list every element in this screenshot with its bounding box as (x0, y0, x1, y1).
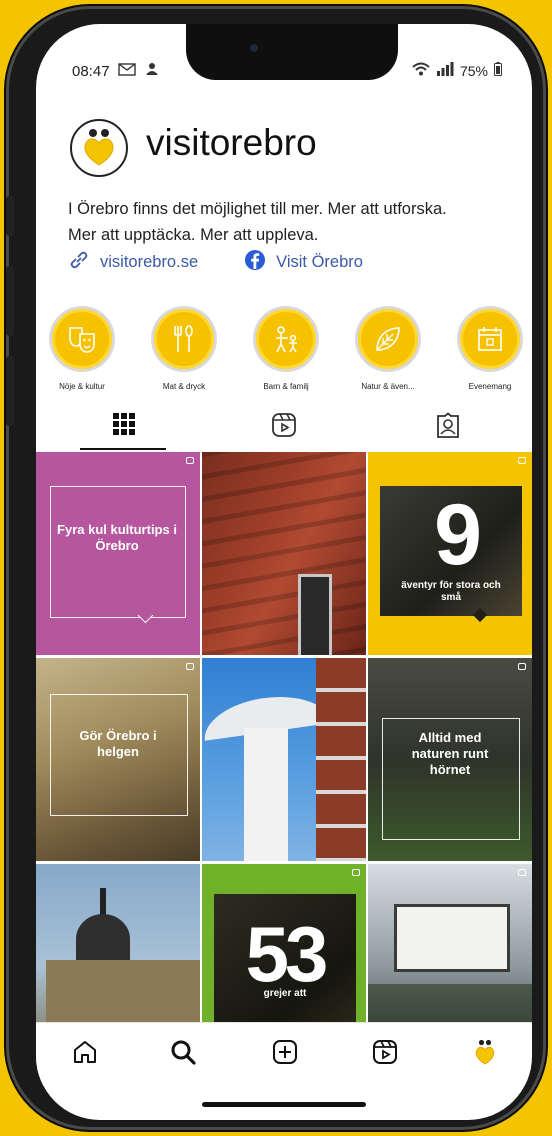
website-link[interactable]: visitorebro.se (68, 249, 198, 276)
post-text: Alltid med naturen runt hörnet (411, 730, 489, 777)
profile-avatar[interactable] (70, 119, 128, 177)
highlight-ring (253, 306, 319, 372)
tab-reels[interactable] (264, 412, 304, 446)
highlight-ring (355, 306, 421, 372)
person-icon (144, 62, 160, 80)
grid-icon (113, 413, 135, 435)
post-big-number: 9 (434, 487, 482, 583)
profile-tabs (36, 404, 532, 453)
window (298, 574, 332, 655)
wifi-icon (412, 62, 430, 79)
nav-search[interactable] (168, 1037, 198, 1067)
profile-links: visitorebro.se Visit Örebro (68, 249, 363, 276)
highlight-label: Evenemang (468, 382, 512, 391)
story-highlights: Nöje & kultur Mat & dryck Barn & familj … (36, 306, 532, 406)
carousel-icon (518, 457, 526, 464)
modern-building (394, 904, 510, 972)
post-tile-1[interactable]: Fyra kul kulturtips i Örebro (36, 452, 200, 655)
reels-icon (373, 1040, 397, 1064)
highlight-evenemang[interactable]: Evenemang (450, 306, 530, 391)
post-tile-6[interactable]: Alltid med naturen runt hörnet (368, 658, 532, 861)
castle-dome (76, 914, 130, 964)
nav-create[interactable] (270, 1037, 300, 1067)
post-tile-5[interactable] (202, 658, 366, 861)
theater-masks-icon (69, 327, 95, 353)
calendar-icon (478, 327, 502, 351)
facebook-link-text: Visit Örebro (276, 253, 363, 271)
bio-line-1: I Örebro finns det möjlighet till mer. M… (68, 200, 447, 218)
home-icon (74, 1041, 96, 1063)
highlight-label: Mat & dryck (162, 382, 206, 391)
nav-profile[interactable] (470, 1037, 500, 1067)
post-tile-3[interactable]: 9 äventyr för stora och små (368, 452, 532, 655)
highlight-label: Barn & familj (263, 382, 309, 391)
carousel-icon (518, 663, 526, 670)
post-tile-2[interactable] (202, 452, 366, 655)
tab-tagged[interactable] (428, 412, 468, 446)
nav-home[interactable] (70, 1037, 100, 1067)
home-indicator[interactable] (202, 1102, 366, 1107)
bottom-nav (36, 1022, 532, 1085)
bio-line-2: Mer att upptäcka. Mer att uppleva. (68, 226, 319, 244)
post-text: Fyra kul kulturtips i Örebro (57, 522, 177, 553)
posts-grid: Fyra kul kulturtips i Örebro 9 äventyr f… (36, 452, 532, 1092)
battery-percent: 75% (459, 62, 488, 79)
link-icon (68, 249, 90, 276)
tagged-icon (437, 412, 459, 438)
profile-avatar-icon (475, 1039, 495, 1065)
cutlery-icon (174, 325, 193, 352)
highlight-barn-familj[interactable]: Barn & familj (246, 306, 326, 391)
highlight-label: Nöje & kultur (59, 382, 105, 391)
building-facade (316, 658, 366, 861)
status-time: 08:47 (72, 62, 110, 80)
highlight-label: Natur & även... (361, 382, 415, 391)
phone-mute-switch (6, 196, 14, 236)
nav-reels[interactable] (370, 1037, 400, 1067)
reels-icon (272, 413, 296, 437)
carousel-icon (186, 663, 194, 670)
water-tower-stem (244, 728, 288, 861)
facebook-link[interactable]: Visit Örebro (244, 249, 363, 276)
post-caption: äventyr för stora och små (401, 580, 501, 603)
post-big-number: 53 (245, 910, 329, 998)
phone-frame: 08:47 75% visitorebro I Örebro finns det… (6, 6, 546, 1130)
highlight-ring (49, 306, 115, 372)
carousel-icon (352, 869, 360, 876)
mail-icon (117, 62, 136, 80)
phone-volume-down (6, 356, 14, 426)
carousel-icon (186, 457, 194, 464)
highlight-ring (151, 306, 217, 372)
screen: 08:47 75% visitorebro I Örebro finns det… (36, 24, 532, 1120)
signal-icon (436, 62, 454, 79)
facebook-icon (244, 249, 266, 276)
tab-posts-grid[interactable] (104, 412, 144, 446)
post-text: Gör Örebro i helgen (79, 728, 157, 759)
website-link-text: visitorebro.se (100, 253, 199, 271)
tab-active-indicator (80, 448, 166, 450)
highlight-ring (457, 306, 523, 372)
carousel-icon (518, 869, 526, 876)
post-tile-4[interactable]: Gör Örebro i helgen (36, 658, 200, 861)
search-icon (171, 1040, 196, 1065)
highlight-noje-kultur[interactable]: Nöje & kultur (42, 306, 122, 391)
highlight-mat-dryck[interactable]: Mat & dryck (144, 306, 224, 391)
battery-icon (494, 62, 502, 79)
profile-bio: I Örebro finns det möjlighet till mer. M… (68, 196, 508, 248)
add-post-icon (273, 1040, 297, 1064)
family-icon (276, 326, 297, 353)
camera (250, 44, 258, 52)
profile-username: visitorebro (146, 122, 317, 163)
leaf-icon (376, 327, 400, 351)
brick-texture (202, 452, 366, 655)
post-caption: grejer att (263, 988, 307, 999)
phone-volume-up (6, 266, 14, 336)
highlight-natur[interactable]: Natur & även... (348, 306, 428, 391)
notch (186, 24, 398, 80)
